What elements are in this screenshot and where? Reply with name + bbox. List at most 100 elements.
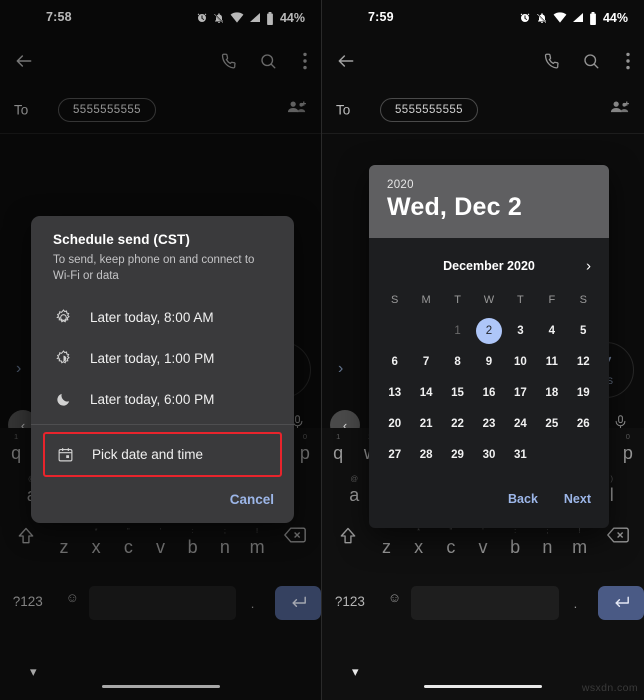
- calendar-week-row: 6 7 8 9 10 11 12: [379, 346, 599, 377]
- calendar-day-3[interactable]: 3: [505, 315, 536, 346]
- calendar-day-2[interactable]: 2: [473, 315, 504, 346]
- schedule-option-label: Later today, 6:00 PM: [90, 391, 215, 407]
- calendar-day-1[interactable]: 1: [442, 315, 473, 346]
- next-button[interactable]: Next: [564, 492, 591, 506]
- recipient-chip[interactable]: 5555555555: [380, 97, 478, 122]
- dialog-actions: Cancel: [31, 477, 294, 523]
- key-m[interactable]: ! m: [563, 526, 595, 558]
- battery-icon: [590, 11, 596, 25]
- key-n[interactable]: ; n: [531, 526, 563, 558]
- schedule-option-evening[interactable]: Later today, 6:00 PM: [31, 379, 294, 420]
- schedule-option-afternoon[interactable]: Later today, 1:00 PM: [31, 338, 294, 379]
- chevron-down-icon[interactable]: ▾: [352, 664, 359, 680]
- calendar-day-22[interactable]: 22: [442, 408, 473, 439]
- calendar-day-13[interactable]: 13: [379, 377, 410, 408]
- key-c[interactable]: " c: [435, 526, 467, 558]
- pick-date-and-time-button[interactable]: Pick date and time: [45, 434, 280, 475]
- calendar-day-11[interactable]: 11: [536, 346, 567, 377]
- month-navigation: December 2020 ›: [369, 248, 609, 284]
- chevron-right-icon[interactable]: ›: [586, 258, 591, 275]
- period-key[interactable]: .: [559, 596, 593, 611]
- calendar-day-4[interactable]: 4: [536, 315, 567, 346]
- key-b[interactable]: :b: [499, 526, 531, 558]
- calendar-day-7[interactable]: 7: [410, 346, 441, 377]
- calendar-dow-label: S: [579, 293, 587, 306]
- calendar-day-12[interactable]: 12: [568, 346, 599, 377]
- backspace-icon[interactable]: [596, 526, 640, 544]
- calendar-day-19[interactable]: 19: [568, 377, 599, 408]
- calendar-day-23[interactable]: 23: [473, 408, 504, 439]
- chevron-right-icon[interactable]: ›: [338, 360, 343, 378]
- back-button[interactable]: Back: [508, 492, 538, 506]
- key-q[interactable]: 1q: [322, 432, 354, 464]
- dialog-title: Schedule send (CST): [53, 232, 190, 247]
- key-v[interactable]: ' v: [467, 526, 499, 558]
- shift-icon[interactable]: [326, 526, 370, 546]
- calendar-day-label: 22: [451, 417, 464, 430]
- calendar-day-16[interactable]: 16: [473, 377, 504, 408]
- dual-screenshot-stage: 7:58 44% To 5555555555 › ‹ 1 q 0 p z * x…: [0, 0, 644, 700]
- calendar-icon: [55, 446, 75, 463]
- calendar-day-label: 25: [545, 417, 559, 430]
- calendar-day-label: 18: [545, 386, 559, 399]
- symbols-key[interactable]: ?123: [322, 594, 378, 609]
- calendar-day-label: 6: [391, 355, 398, 368]
- calendar-day-20[interactable]: 20: [379, 408, 410, 439]
- calendar-day-28[interactable]: 28: [410, 439, 441, 470]
- calendar-day-29[interactable]: 29: [442, 439, 473, 470]
- date-picker-year[interactable]: 2020: [387, 179, 591, 191]
- calendar-day-21[interactable]: 21: [410, 408, 441, 439]
- key-label: l: [609, 485, 614, 505]
- calendar-day-label: 4: [548, 324, 556, 337]
- calendar-dow-label: F: [548, 293, 556, 306]
- month-label[interactable]: December 2020: [443, 259, 535, 273]
- back-arrow-icon[interactable]: [336, 51, 356, 71]
- calendar-day-30[interactable]: 30: [473, 439, 504, 470]
- calendar-day-5[interactable]: 5: [568, 315, 599, 346]
- calendar-day-9[interactable]: 9: [473, 346, 504, 377]
- calendar-day-8[interactable]: 8: [442, 346, 473, 377]
- schedule-option-morning[interactable]: Later today, 8:00 AM: [31, 297, 294, 338]
- calendar-day-6[interactable]: 6: [379, 346, 410, 377]
- signal-icon: [572, 13, 583, 22]
- date-picker-dialog: 2020 Wed, Dec 2 December 2020 › SMTWTFS …: [369, 165, 609, 528]
- key-a[interactable]: @a: [338, 474, 370, 506]
- calendar-day-label: 1: [454, 324, 461, 337]
- calendar-dow: T: [505, 284, 536, 315]
- calendar-day-17[interactable]: 17: [505, 377, 536, 408]
- emoji-icon[interactable]: ☺: [378, 590, 412, 605]
- calendar-dow-label: T: [517, 293, 524, 306]
- key-label: a: [349, 485, 360, 505]
- calendar-week-row: 27 28 29 30 31: [379, 439, 599, 470]
- phone-icon[interactable]: [542, 52, 560, 70]
- calendar-day-31[interactable]: 31: [505, 439, 536, 470]
- space-key[interactable]: [411, 586, 559, 620]
- calendar-day-label: 26: [576, 417, 590, 430]
- pick-date-and-time-label: Pick date and time: [92, 446, 204, 462]
- key-z[interactable]: z: [370, 526, 402, 558]
- calendar-day-label: 5: [580, 324, 587, 337]
- calendar-day-14[interactable]: 14: [410, 377, 441, 408]
- calendar-day-24[interactable]: 24: [505, 408, 536, 439]
- cancel-button[interactable]: Cancel: [230, 492, 274, 507]
- schedule-send-dialog: Schedule send (CST) To send, keep phone …: [31, 216, 294, 523]
- key-x[interactable]: * x: [403, 526, 435, 558]
- right-phone-panel: 7:59 44% To 5555555555 › ‹ 1 q 0 p @ a)…: [322, 0, 644, 700]
- calendar-dow-label: S: [391, 293, 399, 306]
- key-label: c: [446, 537, 456, 557]
- calendar-day-25[interactable]: 25: [536, 408, 567, 439]
- enter-icon[interactable]: [598, 586, 644, 620]
- calendar-day-label: 21: [419, 417, 433, 430]
- calendar-day-15[interactable]: 15: [442, 377, 473, 408]
- calendar-day-27[interactable]: 27: [379, 439, 410, 470]
- keyboard-row-4: ?123 ☺ .: [322, 578, 644, 634]
- search-icon[interactable]: [582, 52, 600, 70]
- overflow-menu-icon[interactable]: [626, 52, 630, 70]
- calendar-day-10[interactable]: 10: [505, 346, 536, 377]
- calendar-day-18[interactable]: 18: [536, 377, 567, 408]
- calendar-day-label: 13: [388, 386, 402, 399]
- key-p[interactable]: 0p: [612, 432, 644, 464]
- app-toolbar: [322, 36, 644, 86]
- add-people-icon[interactable]: [610, 99, 630, 120]
- calendar-day-26[interactable]: 26: [568, 408, 599, 439]
